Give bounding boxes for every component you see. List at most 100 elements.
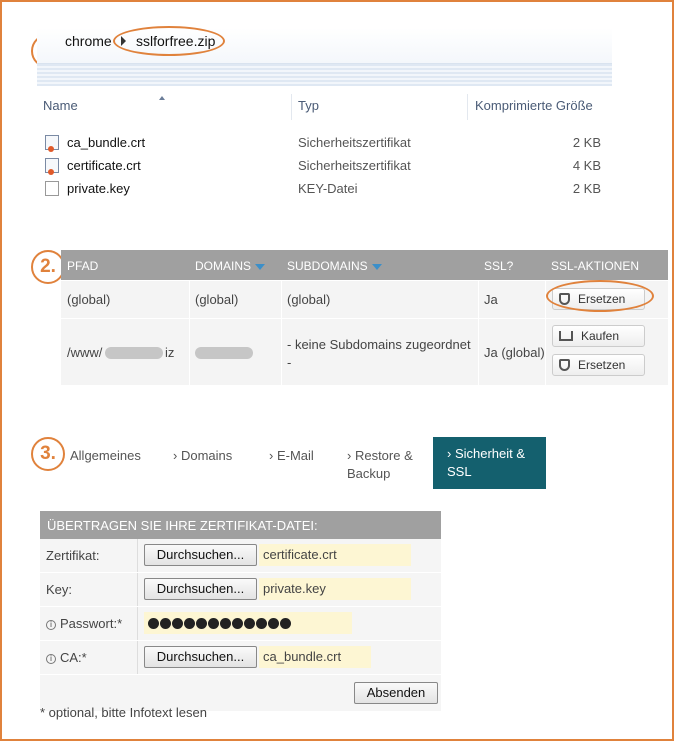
ca-label: i CA:* — [46, 650, 87, 665]
ca-label-text: CA:* — [60, 650, 87, 665]
key-label: Key: — [46, 582, 73, 597]
file-row[interactable]: ca_bundle.crt Sicherheitszertifikat 2 KB — [37, 132, 612, 154]
form-row-password: i Passwort:* — [40, 607, 441, 641]
file-row[interactable]: certificate.crt Sicherheitszertifikat 4 … — [37, 155, 612, 177]
file-type: Sicherheitszertifikat — [298, 135, 411, 150]
sort-down-icon — [371, 263, 382, 270]
column-header-subdomains-label: SUBDOMAINS — [287, 259, 368, 273]
shield-icon — [559, 359, 570, 371]
file-type: Sicherheitszertifikat — [298, 158, 411, 173]
info-icon[interactable]: i — [46, 653, 56, 664]
highlight-oval-replace — [546, 280, 654, 312]
highlight-oval-zip — [113, 26, 225, 56]
password-dot — [232, 617, 243, 629]
cell-domain: (global) — [195, 292, 239, 307]
column-divider — [467, 94, 468, 120]
cell-ssl: Ja (global) — [484, 345, 545, 360]
tab-domains-label: Domains — [180, 448, 233, 463]
column-header-ssl-actions: SSL-AKTIONEN — [551, 259, 640, 273]
step-2-badge: 2. — [31, 250, 65, 284]
certificate-upload-form: ÜBERTRAGEN SIE IHRE ZERTIFIKAT-DATEI: Ze… — [40, 511, 441, 711]
column-header-size[interactable]: Komprimierte Größe — [475, 98, 593, 113]
password-label-text: Passwort:* — [60, 616, 123, 631]
file-size: 2 KB — [572, 135, 601, 150]
redacted-blur — [195, 347, 253, 359]
password-dot — [256, 617, 267, 629]
password-dot — [280, 617, 291, 629]
column-header-subdomains[interactable]: SUBDOMAINS — [287, 259, 382, 273]
table-row: /www/ iz - keine Subdomains zugeordnet -… — [61, 319, 668, 385]
tab-general[interactable]: Allgemeines — [70, 447, 141, 465]
browse-ca-button[interactable]: Durchsuchen... — [144, 646, 257, 668]
password-dot — [268, 617, 279, 629]
tab-restore-backup[interactable]: › Restore & Backup — [347, 447, 432, 483]
password-dot — [148, 617, 159, 629]
address-bar[interactable]: chrome sslforfree.zip — [37, 26, 612, 64]
column-header-type[interactable]: Typ — [298, 98, 319, 113]
password-dot — [172, 617, 183, 629]
submit-button[interactable]: Absenden — [354, 682, 438, 704]
cell-subdomains: - keine Subdomains zugeordnet - — [287, 337, 471, 370]
column-header-ssl: SSL? — [484, 259, 514, 273]
certificate-file-icon — [45, 158, 59, 175]
tab-email[interactable]: › E-Mail — [269, 447, 314, 465]
key-file-field[interactable]: private.key — [259, 578, 411, 600]
browse-key-button[interactable]: Durchsuchen... — [144, 578, 257, 600]
certificate-file-field[interactable]: certificate.crt — [259, 544, 411, 566]
tab-restore-backup-label: Restore & Backup — [347, 448, 413, 481]
cell-path: /www/ — [67, 345, 103, 360]
column-header-domains[interactable]: DOMAINS — [195, 259, 266, 273]
column-header-name[interactable]: Name — [43, 98, 78, 113]
tab-security-ssl[interactable]: › Sicherheit & SSL — [433, 437, 546, 489]
breadcrumb-root[interactable]: chrome — [65, 33, 112, 49]
file-size: 2 KB — [572, 181, 601, 196]
form-row-key: Key: Durchsuchen... private.key — [40, 573, 441, 607]
sort-up-icon — [159, 96, 165, 100]
form-title: ÜBERTRAGEN SIE IHRE ZERTIFIKAT-DATEI: — [40, 511, 441, 539]
form-row-ca: i CA:* Durchsuchen... ca_bundle.crt — [40, 641, 441, 675]
certificate-label: Zertifikat: — [46, 548, 100, 563]
password-label: i Passwort:* — [46, 616, 122, 631]
file-explorer: chrome sslforfree.zip Name Typ Komprimie… — [37, 26, 612, 206]
buy-button[interactable]: Kaufen — [552, 325, 645, 347]
form-row-certificate: Zertifikat: Durchsuchen... certificate.c… — [40, 539, 441, 573]
password-dot — [160, 617, 171, 629]
file-size: 4 KB — [572, 158, 601, 173]
settings-tabs: Allgemeines › Domains › E-Mail › Restore… — [0, 437, 674, 489]
column-header-domains-label: DOMAINS — [195, 259, 252, 273]
file-row[interactable]: private.key KEY-Datei 2 KB — [37, 178, 612, 200]
cell-path: (global) — [67, 292, 111, 307]
cart-icon — [559, 331, 573, 341]
tab-domains[interactable]: › Domains — [173, 447, 232, 465]
file-type: KEY-Datei — [298, 181, 358, 196]
file-name: certificate.crt — [67, 158, 141, 173]
password-input[interactable] — [144, 612, 352, 634]
buy-button-label: Kaufen — [581, 329, 620, 343]
file-name: private.key — [67, 181, 130, 196]
browse-certificate-button[interactable]: Durchsuchen... — [144, 544, 257, 566]
column-divider — [291, 94, 292, 120]
tab-email-label: E-Mail — [276, 448, 314, 463]
toolbar-stripes — [37, 64, 612, 86]
info-icon[interactable]: i — [46, 619, 56, 630]
password-dot — [244, 617, 255, 629]
cell-subdomains: (global) — [287, 292, 331, 307]
column-header-path[interactable]: PFAD — [67, 259, 98, 273]
cell-path-suffix: iz — [165, 345, 175, 360]
replace-button[interactable]: Ersetzen — [552, 354, 645, 376]
redacted-blur — [105, 347, 163, 359]
replace-button-label: Ersetzen — [578, 358, 626, 372]
tab-security-ssl-label: Sicherheit & SSL — [447, 446, 526, 479]
file-name: ca_bundle.crt — [67, 135, 146, 150]
certificate-file-icon — [45, 135, 59, 152]
password-dot — [208, 617, 219, 629]
cell-ssl: Ja — [484, 292, 498, 307]
table-header: PFAD DOMAINS SUBDOMAINS SSL? SSL-AKTIONE… — [61, 250, 668, 280]
password-dot — [220, 617, 231, 629]
sort-down-icon — [255, 263, 266, 270]
key-file-icon — [45, 181, 59, 196]
footnote: * optional, bitte Infotext lesen — [40, 705, 207, 720]
password-dot — [196, 617, 207, 629]
ca-file-field[interactable]: ca_bundle.crt — [259, 646, 371, 668]
password-dot — [184, 617, 195, 629]
